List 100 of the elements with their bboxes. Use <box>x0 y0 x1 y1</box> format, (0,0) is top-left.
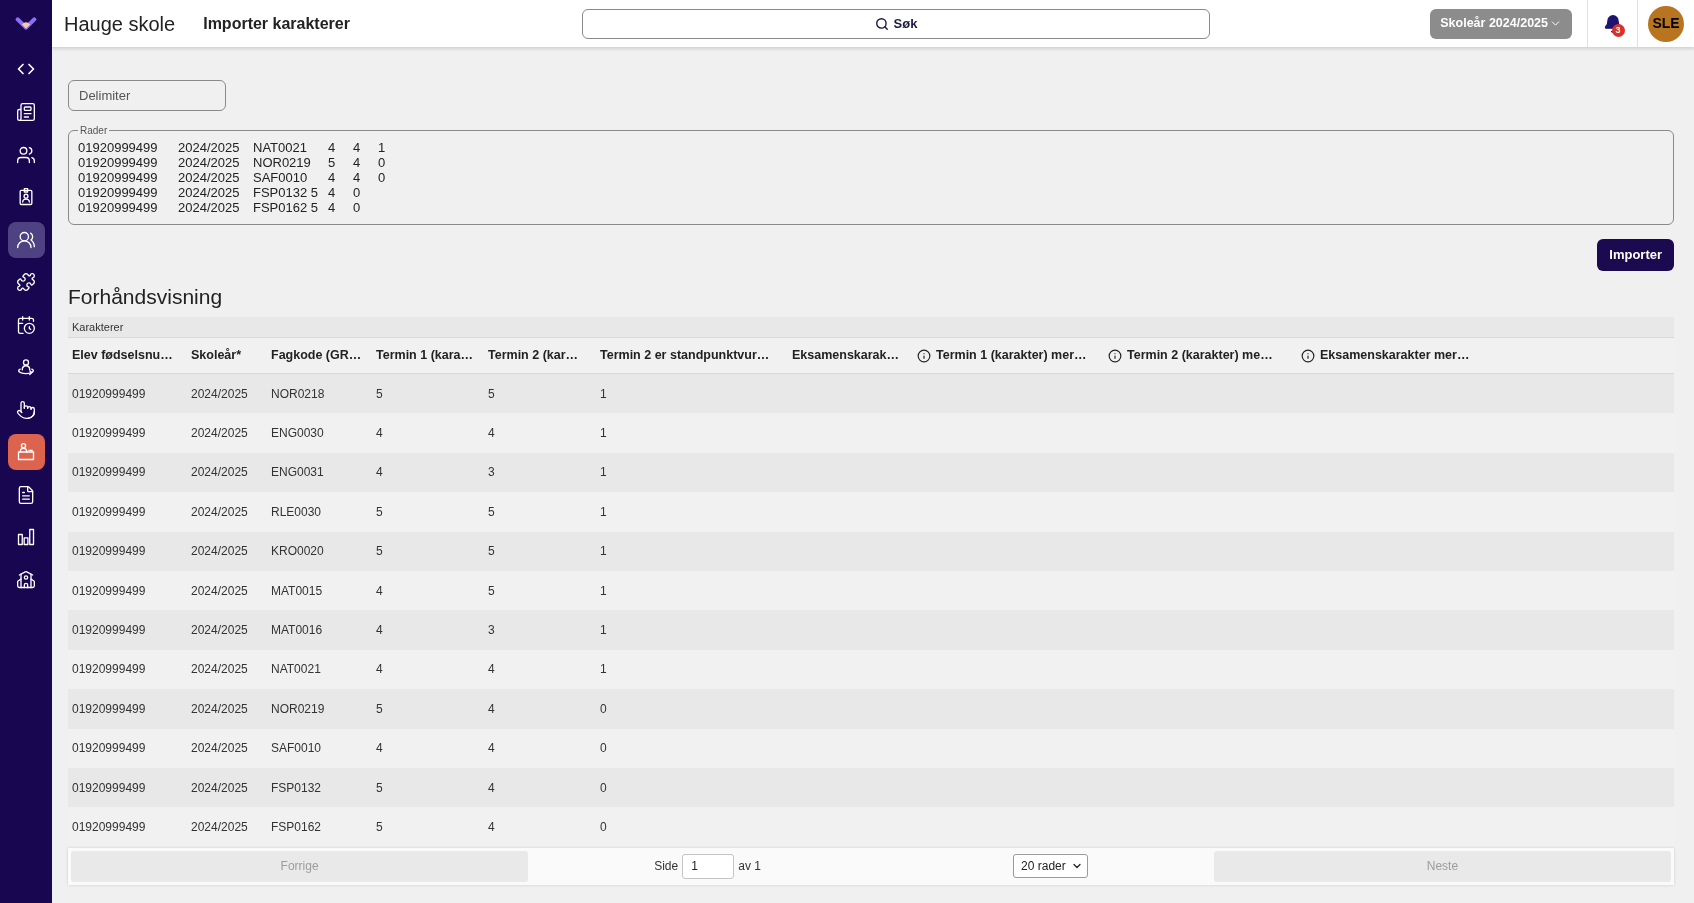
document-icon <box>16 484 36 505</box>
table-cell-text: 3 <box>487 622 496 640</box>
search-button[interactable]: Søk <box>582 8 1210 39</box>
import-button[interactable]: Importer <box>1597 239 1674 271</box>
table-cell-text: 0 <box>599 819 608 836</box>
table-cell-text: 5 <box>375 543 384 561</box>
table-cell-text: MAT0016 <box>270 622 324 640</box>
table-cell-text: 0 <box>599 700 608 718</box>
sidebar-item[interactable] <box>7 434 45 470</box>
table-cell-text: 4 <box>487 661 496 679</box>
table-cell-text: 5 <box>375 700 384 718</box>
table-cell-text: 2024/2025 <box>190 779 249 797</box>
table-cell-text: 01920999499 <box>71 385 147 403</box>
table-cell-text: 0 <box>599 779 608 797</box>
table-cell-text: 2024/2025 <box>190 819 249 836</box>
info-icon[interactable] <box>1301 348 1315 363</box>
table-cell-text: 1 <box>599 464 608 482</box>
table-cell-text: 01920999499 <box>71 661 147 679</box>
table-cell-text: 4 <box>487 700 496 718</box>
table-cell-text: 4 <box>487 779 496 797</box>
bar-chart-icon <box>16 527 36 547</box>
table-cell-text: 4 <box>375 661 384 679</box>
table-cell-text: 2024/2025 <box>190 385 249 403</box>
table-cell-text: 01920999499 <box>71 700 147 718</box>
search-icon <box>874 16 889 31</box>
table-cell-text: 01920999499 <box>71 622 147 640</box>
table-cell-text: ENG0030 <box>270 425 325 443</box>
pointing-hand-icon <box>16 399 36 420</box>
column-header[interactable]: Eksamenskarak… <box>792 346 900 365</box>
table-cell-text: 01920999499 <box>71 503 147 521</box>
column-header[interactable]: Termin 2 (kar… <box>488 346 579 365</box>
table-cell-text: 1 <box>599 385 608 403</box>
table-cell-text: 1 <box>599 582 608 600</box>
rows-text-field[interactable]: Rader 01920999499 2024/2025 NAT0021 4 4 1 01920999499 2024/2025 NOR0219 5 4 0 01920999499 2024/2025 SAF0010 4 4 0 01920999499 2024/2025 FSP0132 5 4 0 01920999499 2024/2025 FSP0162 5 4 0 <box>68 124 1674 225</box>
person-orbit-icon <box>16 357 36 377</box>
page-size-select[interactable]: 20 rader <box>1013 854 1088 879</box>
column-header[interactable]: Elev fødselsnu… <box>72 346 173 365</box>
table-cell-text: 2024/2025 <box>190 582 249 600</box>
table-cell-text: FSP0132 <box>270 779 323 797</box>
column-group-header: Karakterer <box>68 317 1674 338</box>
table-cell-text: RLE0030 <box>270 503 323 521</box>
info-icon[interactable] <box>917 348 931 363</box>
table-cell-text: 01920999499 <box>71 582 147 600</box>
page-field[interactable]: 1 <box>682 853 735 879</box>
sidebar-item[interactable] <box>7 221 45 258</box>
table-cell-text: 01920999499 <box>71 740 147 758</box>
table-cell-text: 1 <box>599 543 608 561</box>
table-cell-text: 01920999499 <box>71 425 147 443</box>
table-cell-text: 2024/2025 <box>190 700 249 718</box>
column-header[interactable]: Termin 2 er standpunktvur… <box>600 346 770 365</box>
table-cell-text: 1 <box>599 425 608 443</box>
rows-field-text: 01920999499 2024/2025 NAT0021 4 4 1 01920999499 2024/2025 NOR0219 5 4 0 01920999499 2024/2025 SAF0010 4 4 0 01920999499 2024/2025 FSP0132 5 4 0 01920999499 2024/2025 FSP0162 5 4 0 <box>78 140 387 215</box>
page-total: av 1 <box>738 858 761 876</box>
info-icon[interactable] <box>1108 348 1122 363</box>
column-header[interactable]: Eksamenskarakter mer… <box>1320 346 1470 365</box>
newspaper-icon <box>16 102 36 122</box>
table-cell-text: 5 <box>487 543 496 561</box>
table-cell-text: 5 <box>487 582 496 600</box>
delimiter-field[interactable]: Delimiter <box>68 80 226 111</box>
table-cell-text: MAT0015 <box>270 582 324 600</box>
table-cell-text: NOR0218 <box>270 385 326 403</box>
people-icon <box>16 144 36 165</box>
logo-icon[interactable] <box>15 15 37 32</box>
column-header[interactable]: Fagkode (GR… <box>271 346 362 365</box>
column-header[interactable]: Skoleår* <box>191 346 242 365</box>
section-title: Forhåndsvisning <box>68 284 224 310</box>
teacher-desk-icon <box>16 442 36 462</box>
table-cell-text: 2024/2025 <box>190 503 249 521</box>
table-cell-text: NAT0021 <box>270 661 322 679</box>
table-cell-text: 5 <box>487 385 496 403</box>
table-cell-text: 2024/2025 <box>190 425 249 443</box>
school-icon <box>16 569 36 590</box>
column-header[interactable]: Termin 2 (karakter) me… <box>1127 346 1273 365</box>
rows-field-label: Rader <box>79 124 109 137</box>
table-cell-text: 4 <box>375 622 384 640</box>
page-title: Importer karakterer <box>203 13 350 34</box>
table-cell-text: 5 <box>487 503 496 521</box>
column-header[interactable]: Termin 1 (karakter) mer… <box>936 346 1087 365</box>
avatar[interactable]: SLE <box>1648 5 1684 42</box>
table-cell-text: 4 <box>375 740 384 758</box>
table-cell-text: 1 <box>599 503 608 521</box>
puzzle-icon <box>16 272 36 292</box>
table-cell-text: 4 <box>375 425 384 443</box>
table-cell-text: 4 <box>487 740 496 758</box>
column-header[interactable]: Termin 1 (kara… <box>376 346 474 365</box>
page-label: Side <box>654 858 679 876</box>
table-cell-text: 2024/2025 <box>190 543 249 561</box>
table-cell-text: NOR0219 <box>270 700 326 718</box>
school-name: Hauge skole <box>63 11 176 37</box>
table-cell-text: 2024/2025 <box>190 464 249 482</box>
table-cell-text: 01920999499 <box>71 464 147 482</box>
table-cell-text: 2024/2025 <box>190 622 249 640</box>
table-cell-text: 1 <box>599 661 608 679</box>
calendar-clock-icon <box>16 314 36 335</box>
table-cell-text: 01920999499 <box>71 819 147 836</box>
table-cell-text: SAF0010 <box>270 740 323 758</box>
table-cell-text: 5 <box>375 779 384 797</box>
table-cell-text: 4 <box>487 819 496 836</box>
table-cell-text: 01920999499 <box>71 779 147 797</box>
table-cell-text: 4 <box>375 582 384 600</box>
